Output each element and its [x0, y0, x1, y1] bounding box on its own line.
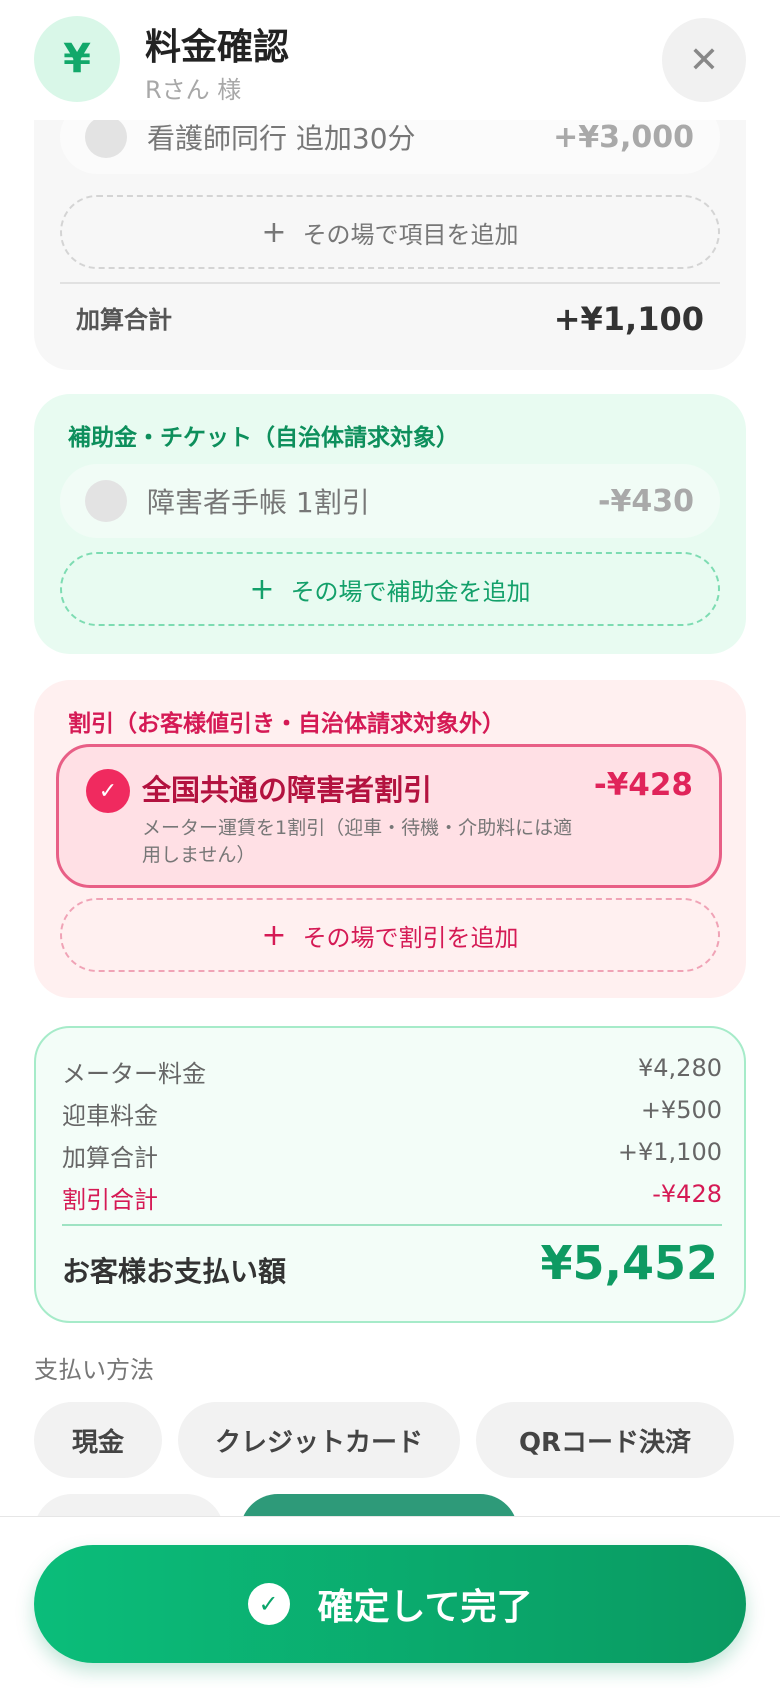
unchecked-radio-icon[interactable]	[85, 116, 127, 158]
add-surcharge-button[interactable]: + その場で項目を追加	[60, 195, 720, 269]
surcharge-item-amount: +¥3,000	[553, 119, 694, 155]
page-title: 料金確認	[145, 27, 290, 68]
payment-method-label: 支払い方法	[34, 1356, 154, 1384]
surcharge-total-label: 加算合計	[76, 306, 172, 334]
discount-card: 割引（お客様値引き・自治体請求対象外） ✓ 全国共通の障害者割引 -¥428 メ…	[34, 680, 746, 998]
confirm-complete-button[interactable]: ✓ 確定して完了	[34, 1545, 746, 1663]
pickup-fare-row: 迎車料金 +¥500	[62, 1096, 722, 1131]
meter-fare-value: ¥4,280	[638, 1054, 722, 1082]
subsidy-card: 補助金・チケット（自治体請求対象） 障害者手帳 1割引 -¥430 + その場で…	[34, 394, 746, 654]
yen-icon: ¥	[34, 16, 120, 102]
checked-icon[interactable]: ✓	[86, 769, 130, 813]
plus-icon: +	[261, 214, 287, 250]
discount-item-description: メーター運賃を1割引（迎車・待機・介助料には適用しません）	[142, 817, 573, 866]
customer-name: Rさん 様	[145, 76, 242, 104]
unchecked-radio-icon[interactable]	[85, 480, 127, 522]
discount-sum-label: 割引合計	[62, 1186, 158, 1214]
surcharge-sum-value: +¥1,100	[617, 1138, 722, 1166]
subsidy-item[interactable]: 障害者手帳 1割引 -¥430	[60, 464, 720, 538]
add-subsidy-label: その場で補助金を追加	[290, 577, 531, 606]
payment-credit-card-chip[interactable]: クレジットカード	[178, 1402, 460, 1478]
plus-icon: +	[249, 571, 275, 607]
confirm-label: 確定して完了	[317, 1587, 533, 1628]
bottom-action-bar: ✓ 確定して完了	[0, 1516, 780, 1688]
add-discount-label: その場で割引を追加	[302, 923, 519, 952]
subsidy-item-label: 障害者手帳 1割引	[147, 486, 370, 519]
discount-sum-row: 割引合計 -¥428	[62, 1180, 722, 1215]
discount-item-label: 全国共通の障害者割引	[142, 773, 433, 807]
pickup-fare-value: +¥500	[640, 1096, 722, 1124]
payment-total-label: お客様お支払い額	[62, 1255, 287, 1288]
surcharge-total-value: +¥1,100	[553, 300, 704, 338]
check-circle-icon: ✓	[247, 1583, 290, 1625]
discount-section-title: 割引（お客様値引き・自治体請求対象外）	[68, 711, 505, 737]
discount-item-selected[interactable]: ✓ 全国共通の障害者割引 -¥428 メーター運賃を1割引（迎車・待機・介助料に…	[56, 744, 722, 888]
close-icon: ✕	[688, 39, 720, 81]
divider	[62, 1224, 722, 1226]
payment-cash-chip[interactable]: 現金	[34, 1402, 162, 1478]
surcharge-item-label: 看護師同行 追加30分	[147, 122, 416, 155]
meter-fare-label: メーター料金	[62, 1060, 206, 1088]
plus-icon: +	[261, 917, 287, 953]
add-discount-button[interactable]: + その場で割引を追加	[60, 898, 720, 972]
meter-fare-row: メーター料金 ¥4,280	[62, 1054, 722, 1089]
payment-qr-chip[interactable]: QRコード決済	[476, 1402, 734, 1478]
pickup-fare-label: 迎車料金	[62, 1102, 158, 1130]
close-button[interactable]: ✕	[662, 18, 746, 102]
surcharge-sum-label: 加算合計	[62, 1144, 158, 1172]
add-surcharge-label: その場で項目を追加	[302, 220, 519, 249]
payment-total-value: ¥5,452	[540, 1236, 718, 1290]
discount-sum-value: -¥428	[652, 1180, 722, 1208]
discount-item-amount: -¥428	[593, 767, 693, 803]
modal-header: ¥ 料金確認 Rさん 様 ✕	[0, 0, 780, 120]
surcharge-sum-row: 加算合計 +¥1,100	[62, 1138, 722, 1173]
subsidy-item-amount: -¥430	[598, 483, 694, 519]
subsidy-section-title: 補助金・チケット（自治体請求対象）	[68, 425, 459, 451]
add-subsidy-button[interactable]: + その場で補助金を追加	[60, 552, 720, 626]
totals-card: メーター料金 ¥4,280 迎車料金 +¥500 加算合計 +¥1,100 割引…	[34, 1026, 746, 1323]
divider	[60, 282, 720, 284]
